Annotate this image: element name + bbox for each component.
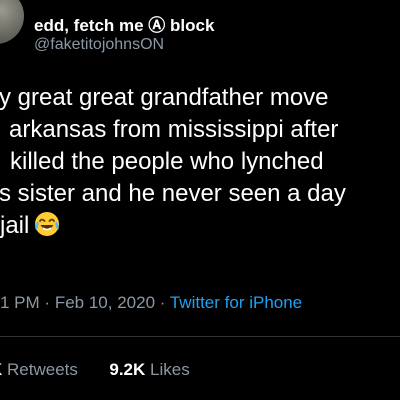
engagement-stats: K Retweets 9.2K Likes (0, 360, 190, 380)
tweet-source-link[interactable]: Twitter for iPhone (170, 293, 302, 312)
tweet-text-line: y great great grandfather move (0, 84, 329, 111)
tweet-card: edd, fetch me Ⓐ block @faketitojohnsON y… (0, 0, 400, 400)
avatar[interactable] (0, 0, 24, 44)
face-with-tears-of-joy-icon (33, 210, 61, 247)
tweet-text: y great great grandfather move arkansas … (0, 82, 400, 247)
tweet-date[interactable]: Feb 10, 2020 (55, 293, 155, 312)
retweets-stat[interactable]: K Retweets (0, 360, 78, 379)
tweet-meta: 1 PM · Feb 10, 2020 · Twitter for iPhone (0, 293, 302, 313)
user-handle[interactable]: @faketitojohnsON (34, 36, 164, 54)
tweet-text-line: arkansas from mississippi after (9, 116, 339, 143)
display-name[interactable]: edd, fetch me Ⓐ block (34, 11, 214, 36)
likes-label: Likes (150, 360, 190, 379)
likes-count: 9.2K (109, 360, 146, 379)
tweet-text-line: killed the people who lynched (10, 148, 324, 175)
retweets-count: K (0, 360, 2, 379)
retweets-label: Retweets (7, 360, 78, 379)
meta-separator: · (44, 293, 51, 312)
meta-separator: · (159, 293, 166, 312)
tweet-text-line: jail (0, 212, 30, 239)
tweet-time[interactable]: 1 PM (0, 293, 40, 312)
divider (0, 336, 400, 337)
tweet-text-line: s sister and he never seen a day (0, 180, 346, 207)
likes-stat[interactable]: 9.2K Likes (109, 360, 189, 379)
